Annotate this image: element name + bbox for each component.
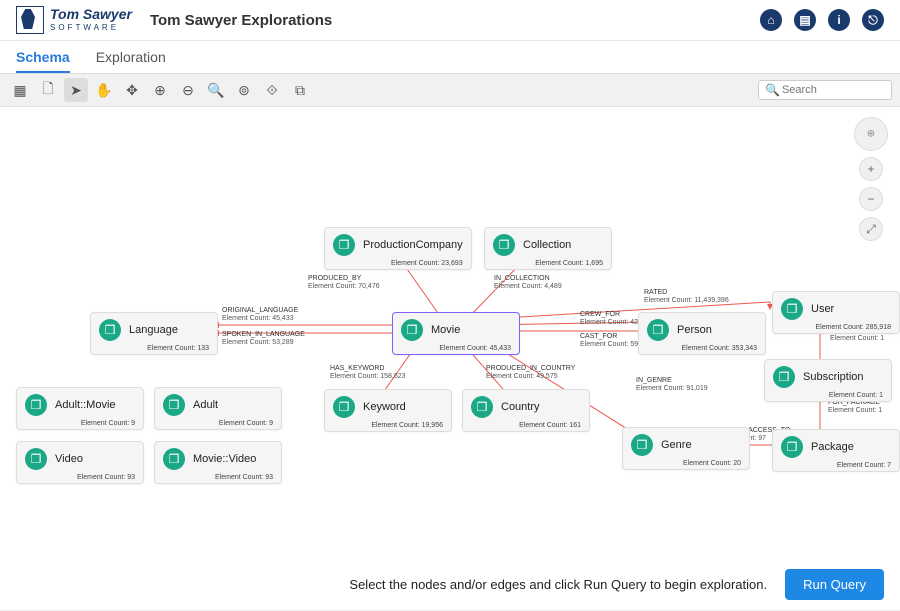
move-icon[interactable]: ✥ xyxy=(120,78,144,102)
cube-icon: ❒ xyxy=(163,448,185,470)
node-country[interactable]: ❒Country Element Count: 161 xyxy=(462,389,590,432)
zoom-out-button[interactable]: − xyxy=(859,187,883,211)
tab-schema[interactable]: Schema xyxy=(16,49,70,73)
map-controls: + − ⤢ xyxy=(854,117,888,241)
footer-hint: Select the nodes and/or edges and click … xyxy=(349,577,767,592)
pan-rose-icon[interactable] xyxy=(854,117,888,151)
cube-icon: ❒ xyxy=(401,319,423,341)
document-icon[interactable]: ▤ xyxy=(794,9,816,31)
edge-produced-by[interactable]: PRODUCED_BYElement Count: 70,476 xyxy=(308,275,380,292)
logout-icon[interactable]: ⎋ xyxy=(862,9,884,31)
cube-icon: ❒ xyxy=(647,319,669,341)
new-page-icon[interactable]: 🗋 xyxy=(36,78,60,102)
edge-in-collection[interactable]: IN_COLLECTIONElement Count: 4,489 xyxy=(494,275,562,292)
brand-name: Tom Sawyer xyxy=(50,6,132,22)
node-language[interactable]: ❒Language Element Count: 133 xyxy=(90,312,218,355)
footer-bar: Select the nodes and/or edges and click … xyxy=(0,559,900,610)
node-video[interactable]: ❒Video Element Count: 93 xyxy=(16,441,144,484)
pointer-icon[interactable]: ➤ xyxy=(64,78,88,102)
edge-in-genre[interactable]: IN_GENREElement Count: 91,019 xyxy=(636,377,708,394)
cube-icon: ❒ xyxy=(631,434,653,456)
pan-icon[interactable]: ✋ xyxy=(92,78,116,102)
node-subscription[interactable]: ❒Subscription Element Count: 1 xyxy=(764,359,892,402)
node-production-company[interactable]: ❒ProductionCompany Element Count: 23,693 xyxy=(324,227,472,270)
zoom-in-icon[interactable]: ⊕ xyxy=(148,78,172,102)
fit-button[interactable]: ⤢ xyxy=(859,217,883,241)
node-package[interactable]: ❒Package Element Count: 7 xyxy=(772,429,900,472)
node-collection[interactable]: ❒Collection Element Count: 1,695 xyxy=(484,227,612,270)
edge-has-keyword[interactable]: HAS_KEYWORDElement Count: 158,623 xyxy=(330,365,406,382)
cube-icon: ❒ xyxy=(163,394,185,416)
edge-spoken-language[interactable]: SPOKEN_IN_LANGUAGEElement Count: 53,289 xyxy=(222,331,305,348)
search-icon: 🔍 xyxy=(765,83,780,97)
info-icon[interactable]: i xyxy=(828,9,850,31)
home-icon[interactable]: ⌂ xyxy=(760,9,782,31)
edge-produced-in-country[interactable]: PRODUCED_IN_COUNTRYElement Count: 49,575 xyxy=(486,365,575,382)
cube-icon: ❒ xyxy=(781,298,803,320)
cube-icon: ❒ xyxy=(25,394,47,416)
node-genre[interactable]: ❒Genre Element Count: 20 xyxy=(622,427,750,470)
cube-icon: ❒ xyxy=(333,396,355,418)
tab-bar: Schema Exploration xyxy=(0,41,900,73)
cube-icon: ❒ xyxy=(781,436,803,458)
node-adult[interactable]: ❒Adult Element Count: 9 xyxy=(154,387,282,430)
node-adultmovie[interactable]: ❒Adult::Movie Element Count: 9 xyxy=(16,387,144,430)
brand-mark-icon xyxy=(16,6,44,34)
tab-exploration[interactable]: Exploration xyxy=(96,49,166,73)
brand-text: Tom Sawyer SOFTWARE xyxy=(50,7,132,33)
expand-icon[interactable]: ⟐ xyxy=(260,78,284,102)
app-title: Tom Sawyer Explorations xyxy=(150,12,332,29)
node-movie[interactable]: ❒Movie Element Count: 45,433 xyxy=(392,312,520,355)
cube-icon: ❒ xyxy=(25,448,47,470)
cube-icon: ❒ xyxy=(773,366,795,388)
layout-icon[interactable]: ▦ xyxy=(8,78,32,102)
search-box[interactable]: 🔍 xyxy=(758,80,892,100)
run-query-button[interactable]: Run Query xyxy=(785,569,884,600)
toolbar: ▦ 🗋 ➤ ✋ ✥ ⊕ ⊖ 🔍 ⊚ ⟐ ⧉ 🔍 xyxy=(0,73,900,107)
edge-original-language[interactable]: ORIGINAL_LANGUAGEElement Count: 45,433 xyxy=(222,307,298,324)
zoom-out-icon[interactable]: ⊖ xyxy=(176,78,200,102)
cube-icon: ❒ xyxy=(471,396,493,418)
node-user[interactable]: ❒User Element Count: 285,918 xyxy=(772,291,900,334)
zoom-area-icon[interactable]: 🔍 xyxy=(204,78,228,102)
brand-subtitle: SOFTWARE xyxy=(50,23,119,32)
edge-rated[interactable]: RATEDElement Count: 11,439,396 xyxy=(644,289,729,306)
zoom-in-button[interactable]: + xyxy=(859,157,883,181)
fit-icon[interactable]: ⊚ xyxy=(232,78,256,102)
brand-logo: Tom Sawyer SOFTWARE xyxy=(16,6,132,34)
node-person[interactable]: ❒Person Element Count: 353,343 xyxy=(638,312,766,355)
cube-icon: ❒ xyxy=(99,319,121,341)
edge-layer xyxy=(0,107,900,610)
cube-icon: ❒ xyxy=(493,234,515,256)
graph-icon[interactable]: ⧉ xyxy=(288,78,312,102)
app-header: Tom Sawyer SOFTWARE Tom Sawyer Explorati… xyxy=(0,0,900,41)
search-input[interactable] xyxy=(780,83,880,97)
graph-canvas[interactable]: PRODUCED_BYElement Count: 70,476 IN_COLL… xyxy=(0,107,900,611)
node-movievideo[interactable]: ❒Movie::Video Element Count: 93 xyxy=(154,441,282,484)
node-keyword[interactable]: ❒Keyword Element Count: 19,956 xyxy=(324,389,452,432)
cube-icon: ❒ xyxy=(333,234,355,256)
